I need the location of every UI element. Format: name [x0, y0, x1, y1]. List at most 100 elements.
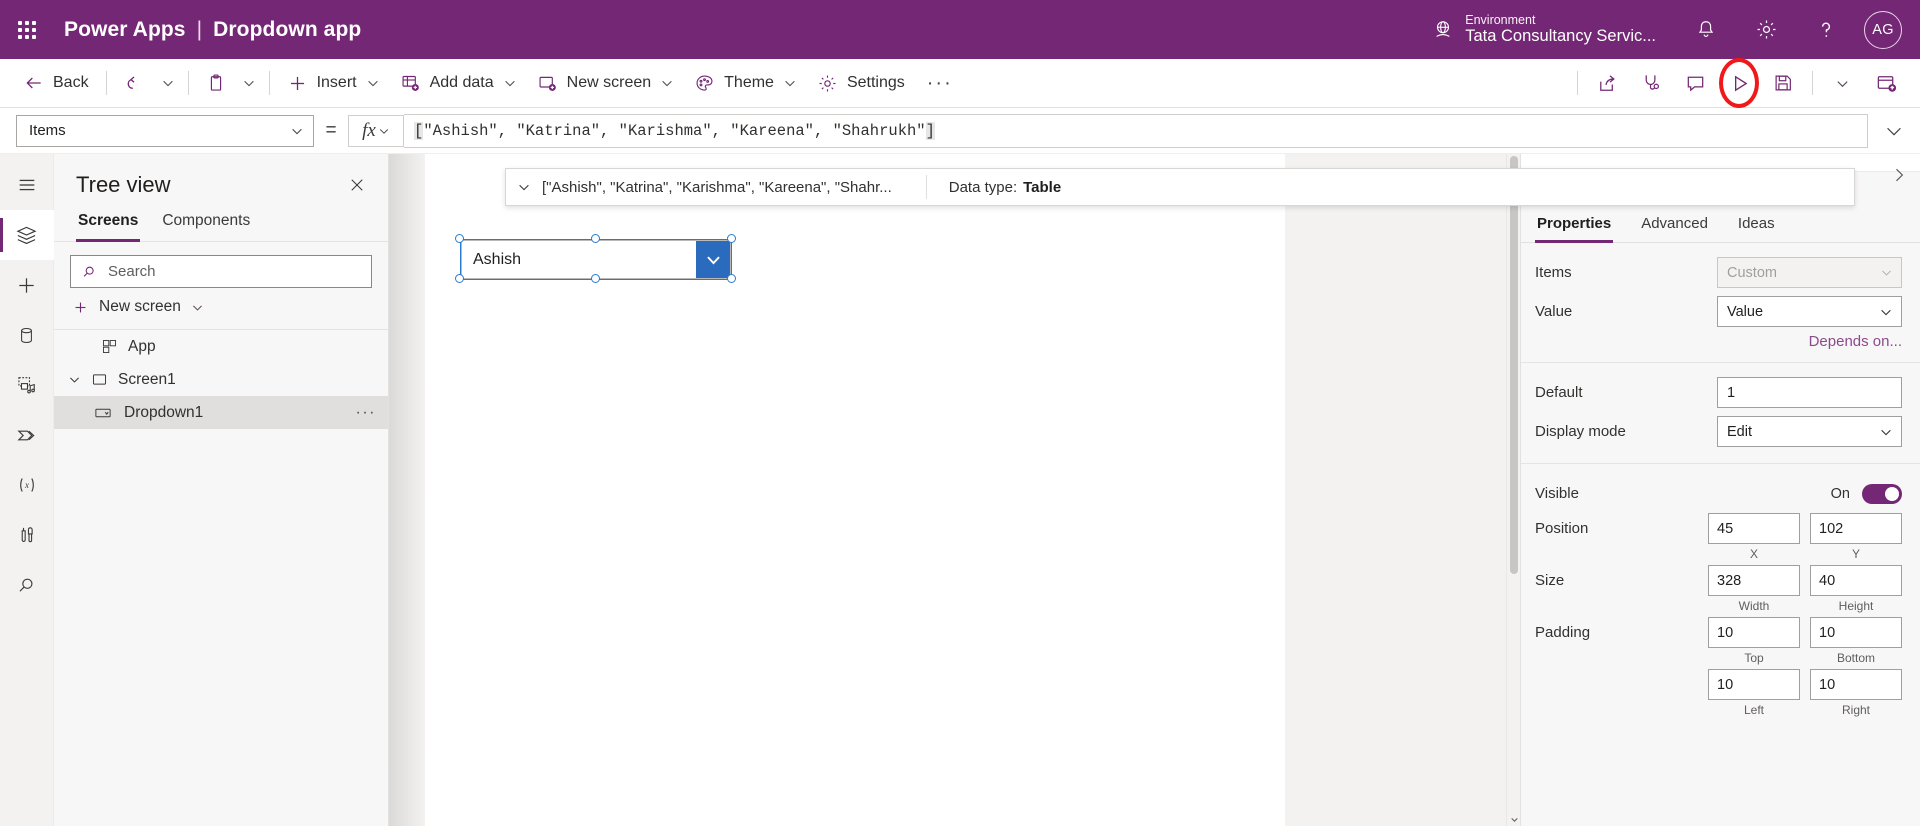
- fx-button[interactable]: fx: [348, 114, 404, 147]
- properties-panel: Dropdown1 Properties Advanced Ideas Item…: [1520, 154, 1920, 826]
- add-data-chevron-down-icon[interactable]: [503, 76, 517, 90]
- tree-node-dropdown1[interactable]: Dropdown1 ···: [54, 396, 388, 429]
- app-launcher-icon[interactable]: [0, 0, 54, 59]
- padding-top-caption: Top: [1744, 651, 1764, 665]
- save-icon[interactable]: [1761, 63, 1805, 103]
- padding-bottom-input[interactable]: 10: [1810, 617, 1902, 648]
- save-options-chevron-icon[interactable]: [1820, 63, 1864, 103]
- hamburger-menu-icon[interactable]: [0, 160, 54, 210]
- theme-button[interactable]: Theme: [684, 65, 807, 102]
- dropdown-chevron-down-icon[interactable]: [696, 241, 730, 278]
- display-mode-select[interactable]: Edit: [1717, 416, 1902, 447]
- value-label: Value: [1535, 303, 1573, 320]
- power-automate-icon[interactable]: [0, 410, 54, 460]
- padding-left-value: 10: [1717, 676, 1734, 693]
- search-icon: [81, 264, 97, 280]
- size-width-caption: Width: [1738, 599, 1770, 613]
- bell-icon[interactable]: [1676, 0, 1736, 59]
- tab-screens[interactable]: Screens: [76, 208, 141, 242]
- header-right: Environment Tata Consultancy Servic... A…: [1432, 0, 1920, 59]
- padding-left-input[interactable]: 10: [1708, 669, 1800, 700]
- undo-button[interactable]: [114, 65, 155, 102]
- paste-options-chevron-icon[interactable]: [236, 66, 262, 100]
- tree-node-app[interactable]: App: [54, 330, 388, 363]
- question-mark-icon[interactable]: [1796, 0, 1856, 59]
- display-mode-row: Display mode Edit: [1535, 412, 1902, 451]
- equals-sign: =: [325, 119, 337, 141]
- chevron-right-icon[interactable]: [1884, 160, 1914, 190]
- new-screen-button[interactable]: New screen: [527, 65, 684, 102]
- position-y-input[interactable]: 102: [1810, 513, 1902, 544]
- scroll-down-arrow-icon[interactable]: [1507, 812, 1520, 826]
- resize-handle-bottom-right[interactable]: [727, 274, 736, 283]
- search-input[interactable]: [106, 262, 361, 281]
- gear-icon[interactable]: [1736, 0, 1796, 59]
- new-screen-tree-chevron-down-icon[interactable]: [191, 301, 204, 314]
- environment-selector[interactable]: Environment Tata Consultancy Servic...: [1432, 13, 1656, 46]
- resize-handle-top-center[interactable]: [591, 234, 600, 243]
- play-preview-icon[interactable]: [1717, 58, 1761, 108]
- default-input[interactable]: 1: [1717, 377, 1902, 408]
- tab-advanced[interactable]: Advanced: [1639, 213, 1710, 242]
- svg-text:x: x: [24, 480, 29, 490]
- position-x-input[interactable]: 45: [1708, 513, 1800, 544]
- resize-handle-bottom-left[interactable]: [455, 274, 464, 283]
- insert-plus-icon[interactable]: [0, 260, 54, 310]
- share-icon[interactable]: [1585, 63, 1629, 103]
- value-select[interactable]: Value: [1717, 296, 1902, 327]
- tab-ideas[interactable]: Ideas: [1736, 213, 1777, 242]
- formula-input[interactable]: ["Ashish", "Katrina", "Karishma", "Karee…: [404, 113, 1868, 148]
- tree-node-screen1[interactable]: Screen1: [54, 363, 388, 396]
- tools-icon[interactable]: [0, 510, 54, 560]
- tab-components[interactable]: Components: [160, 208, 252, 241]
- avatar[interactable]: AG: [1864, 10, 1902, 49]
- theme-chevron-down-icon[interactable]: [783, 76, 797, 90]
- settings-button[interactable]: Settings: [807, 65, 915, 102]
- data-cylinder-icon[interactable]: [0, 310, 54, 360]
- comments-icon[interactable]: [1673, 63, 1717, 103]
- new-screen-tree-button[interactable]: New screen: [54, 288, 388, 330]
- tree-node-more-button[interactable]: ···: [356, 405, 376, 420]
- brand-title[interactable]: Power Apps: [64, 18, 186, 42]
- size-width-input[interactable]: 328: [1708, 565, 1800, 596]
- tree-expand-chevron-down-icon[interactable]: [62, 373, 86, 386]
- publish-icon[interactable]: [1864, 63, 1908, 103]
- app-screen-canvas[interactable]: Ashish: [425, 154, 1285, 826]
- tab-properties[interactable]: Properties: [1535, 213, 1614, 243]
- formula-bar: Items = fx ["Ashish", "Katrina", "Karish…: [0, 108, 1920, 154]
- search-box[interactable]: [70, 255, 372, 288]
- search-rail-icon[interactable]: [0, 560, 54, 610]
- insert-button[interactable]: Insert: [277, 65, 390, 102]
- resize-handle-bottom-center[interactable]: [591, 274, 600, 283]
- paste-button[interactable]: [196, 65, 236, 102]
- variables-icon[interactable]: x: [0, 460, 54, 510]
- new-screen-chevron-down-icon[interactable]: [660, 76, 674, 90]
- toolbar-right-actions: [1570, 58, 1920, 108]
- canvas-scrollbar[interactable]: [1506, 154, 1520, 826]
- padding-top-input[interactable]: 10: [1708, 617, 1800, 648]
- canvas-scrollbar-thumb[interactable]: [1510, 156, 1518, 574]
- add-data-button[interactable]: Add data: [390, 65, 527, 102]
- close-icon[interactable]: [342, 172, 372, 198]
- tree-view-icon[interactable]: [0, 210, 54, 260]
- padding-right-input[interactable]: 10: [1810, 669, 1902, 700]
- resize-handle-top-right[interactable]: [727, 234, 736, 243]
- formula-expand-chevron-down-icon[interactable]: [1868, 108, 1920, 154]
- resize-handle-top-left[interactable]: [455, 234, 464, 243]
- toolbar-overflow-button[interactable]: ···: [915, 73, 965, 93]
- visible-state-label: On: [1830, 485, 1850, 502]
- back-button[interactable]: Back: [14, 65, 99, 102]
- command-toolbar: Back Insert Add data New screen Theme Se…: [0, 58, 1920, 108]
- result-expand-chevron-down-icon[interactable]: [506, 180, 542, 194]
- undo-options-chevron-icon[interactable]: [155, 66, 181, 100]
- media-icon[interactable]: [0, 360, 54, 410]
- app-checker-icon[interactable]: [1629, 63, 1673, 103]
- formula-close-bracket: ]: [925, 121, 935, 140]
- size-height-input[interactable]: 40: [1810, 565, 1902, 596]
- property-select[interactable]: Items: [16, 114, 314, 147]
- visible-toggle[interactable]: [1862, 483, 1902, 504]
- app-name[interactable]: Dropdown app: [213, 18, 361, 42]
- insert-chevron-down-icon[interactable]: [366, 76, 380, 90]
- canvas-area[interactable]: Ashish: [389, 154, 1520, 826]
- depends-on-link[interactable]: Depends on...: [1809, 333, 1902, 350]
